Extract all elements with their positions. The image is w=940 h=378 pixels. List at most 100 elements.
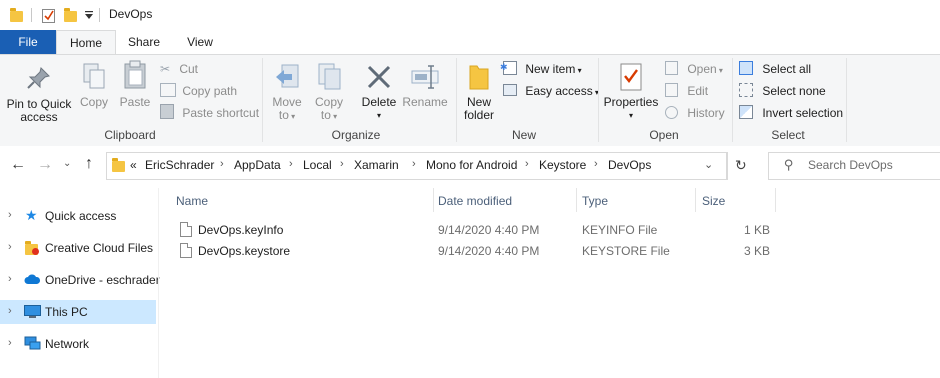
- nav-item-network[interactable]: › Network: [0, 332, 156, 356]
- invert-selection-button[interactable]: Invert selection: [739, 104, 843, 122]
- breadcrumb-xamarin[interactable]: Xamarin: [354, 158, 399, 172]
- expand-chevron-icon[interactable]: ›: [8, 241, 12, 253]
- breadcrumb-separator-icon[interactable]: ›: [289, 158, 293, 170]
- paste-shortcut-label: Paste shortcut: [182, 106, 260, 120]
- column-divider[interactable]: [433, 188, 434, 212]
- breadcrumb-local[interactable]: Local: [303, 158, 332, 172]
- copy-path-icon: [160, 83, 176, 97]
- copy-to-icon: [318, 63, 341, 90]
- move-to-button[interactable]: Move to ▾: [268, 62, 306, 123]
- tab-home[interactable]: Home: [56, 30, 116, 56]
- refresh-icon[interactable]: ↻: [735, 157, 747, 174]
- paste-label: Paste: [119, 95, 151, 109]
- easy-access-button[interactable]: Easy access ▾: [503, 82, 599, 100]
- customize-toolbar-icon[interactable]: [85, 11, 93, 20]
- group-divider: [732, 58, 733, 142]
- breadcrumb-appdata[interactable]: AppData: [234, 158, 281, 172]
- column-header-type[interactable]: Type: [582, 194, 608, 208]
- nav-label: OneDrive - eschrader: [45, 273, 160, 287]
- nav-item-this-pc[interactable]: › This PC: [0, 300, 156, 324]
- file-icon: [180, 222, 192, 237]
- history-button[interactable]: History: [665, 104, 725, 122]
- file-size: 1 KB: [744, 223, 771, 237]
- back-arrow-icon[interactable]: ←: [10, 156, 26, 174]
- move-to-label-2: to: [278, 108, 289, 122]
- file-size: 3 KB: [744, 244, 771, 258]
- new-folder-icon: [469, 65, 489, 90]
- new-folder-label-2: folder: [463, 108, 495, 122]
- breadcrumb-separator-icon[interactable]: ›: [594, 158, 598, 170]
- paste-icon: [124, 60, 146, 89]
- move-to-icon: [276, 64, 299, 88]
- file-icon: [180, 243, 192, 258]
- invert-selection-icon: [739, 105, 753, 119]
- rename-button[interactable]: Rename: [402, 62, 448, 109]
- group-divider: [262, 58, 263, 142]
- tab-view[interactable]: View: [184, 30, 216, 54]
- nav-item-quick-access[interactable]: › ★ Quick access: [0, 204, 156, 228]
- column-header-name[interactable]: Name: [176, 194, 208, 208]
- nav-label: Network: [45, 337, 90, 351]
- edit-button[interactable]: Edit: [665, 82, 708, 100]
- select-none-button[interactable]: Select none: [739, 82, 826, 100]
- breadcrumb-separator-icon[interactable]: ›: [525, 158, 529, 170]
- easy-access-icon: [503, 84, 517, 96]
- file-row[interactable]: DevOps.keystore 9/14/2020 4:40 PM KEYSTO…: [170, 241, 775, 261]
- tab-file[interactable]: File: [0, 30, 56, 54]
- up-arrow-icon[interactable]: ↑: [85, 155, 93, 173]
- scissors-icon: ✂: [160, 62, 171, 76]
- breadcrumb-overflow[interactable]: «: [130, 158, 137, 172]
- history-clock-icon: [665, 106, 678, 119]
- nav-item-onedrive[interactable]: › OneDrive - eschrader: [0, 268, 160, 292]
- dropdown-arrow-icon: ▾: [288, 112, 296, 121]
- cut-button[interactable]: ✂ Cut: [160, 60, 198, 78]
- copy-to-button[interactable]: Copy to ▾: [310, 62, 348, 123]
- paste-shortcut-button[interactable]: Paste shortcut: [160, 104, 259, 122]
- new-item-button[interactable]: ✱ New item ▾: [500, 60, 582, 78]
- delete-button[interactable]: Delete ▾: [358, 62, 400, 122]
- pin-to-quick-access-button[interactable]: Pin to Quick access: [4, 62, 74, 124]
- expand-chevron-icon[interactable]: ›: [8, 209, 12, 221]
- properties-button[interactable]: Properties ▾: [602, 62, 660, 122]
- properties-quick-icon[interactable]: [42, 8, 56, 23]
- breadcrumb-separator-icon[interactable]: ›: [412, 158, 416, 170]
- file-row[interactable]: DevOps.keyInfo 9/14/2020 4:40 PM KEYINFO…: [170, 220, 775, 240]
- expand-chevron-icon[interactable]: ›: [8, 273, 12, 285]
- dropdown-arrow-icon: ▾: [330, 112, 338, 121]
- cloud-icon: [24, 274, 41, 284]
- address-history-chevron-icon[interactable]: ⌄: [704, 158, 713, 171]
- copy-path-button[interactable]: Copy path: [160, 82, 237, 100]
- paste-button[interactable]: Paste: [116, 60, 154, 109]
- forward-arrow-icon[interactable]: →: [37, 156, 53, 174]
- column-divider[interactable]: [695, 188, 696, 212]
- expand-chevron-icon[interactable]: ›: [8, 305, 12, 317]
- breadcrumb-keystore[interactable]: Keystore: [539, 158, 586, 172]
- select-group-label: Select: [771, 128, 805, 142]
- new-folder-button[interactable]: New folder: [460, 62, 498, 122]
- select-all-button[interactable]: Select all: [739, 60, 811, 78]
- column-divider[interactable]: [576, 188, 577, 212]
- divider: [31, 8, 32, 22]
- paste-shortcut-icon: [160, 104, 174, 119]
- network-icon: [24, 336, 41, 350]
- select-none-label: Select none: [762, 84, 826, 98]
- new-folder-quick-icon[interactable]: [64, 8, 77, 22]
- recent-locations-chevron-icon[interactable]: ⌄: [63, 158, 71, 169]
- nav-item-creative-cloud-files[interactable]: › Creative Cloud Files: [0, 236, 156, 260]
- breadcrumb-ericschrader[interactable]: EricSchrader: [145, 158, 214, 172]
- tab-share[interactable]: Share: [126, 30, 162, 54]
- column-header-size[interactable]: Size: [702, 194, 725, 208]
- breadcrumb-separator-icon[interactable]: ›: [220, 158, 224, 170]
- breadcrumb-separator-icon[interactable]: ›: [340, 158, 344, 170]
- expand-chevron-icon[interactable]: ›: [8, 337, 12, 349]
- column-divider[interactable]: [775, 188, 776, 212]
- search-input-placeholder[interactable]: Search DevOps: [808, 158, 893, 172]
- copy-button[interactable]: Copy: [76, 62, 112, 109]
- column-header-date-modified[interactable]: Date modified: [438, 194, 512, 208]
- group-divider: [846, 58, 847, 142]
- breadcrumb-mono-for-android[interactable]: Mono for Android: [426, 158, 517, 172]
- open-button[interactable]: Open ▾: [665, 60, 723, 78]
- new-item-icon: ✱: [500, 61, 517, 75]
- copy-label: Copy: [79, 95, 108, 109]
- breadcrumb-devops[interactable]: DevOps: [608, 158, 651, 172]
